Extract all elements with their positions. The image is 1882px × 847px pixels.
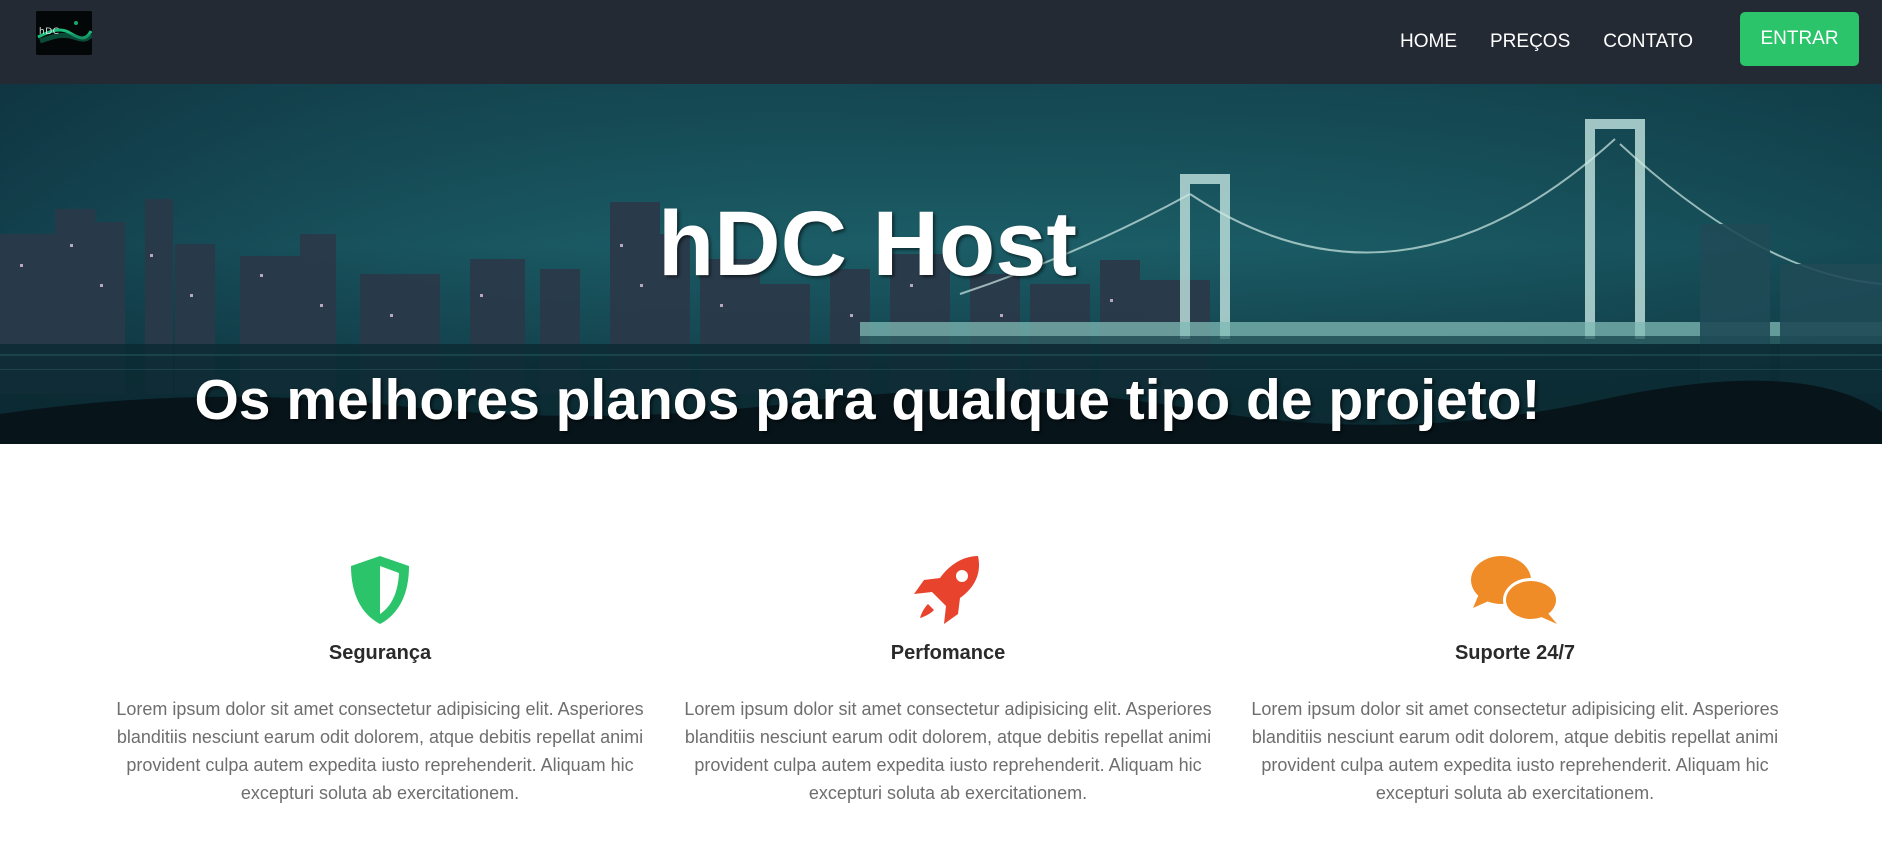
shield-icon [351,556,409,624]
entrar-button[interactable]: ENTRAR [1740,12,1859,66]
feature-icon-wrapper [110,554,650,626]
feature-icon-wrapper [1245,554,1785,626]
hero-subtitle: Os melhores planos para qualque tipo de … [194,368,1541,432]
feature-description: Lorem ipsum dolor sit amet consectetur a… [116,699,644,803]
hero-title: hDC Host [657,193,1078,295]
nav-links: HOME PREÇOS CONTATO [1400,0,1726,84]
navbar: hDC HOME PREÇOS CONTATO ENTRAR [0,0,1882,84]
feature-title: Perfomance [890,642,1006,664]
logo-text: hDC [39,27,60,37]
features-section: Segurança Lorem ipsum dolor sit amet con… [0,444,1882,847]
feature-title: Suporte 24/7 [1454,642,1576,664]
rocket-icon [914,556,980,624]
chat-bubbles-icon [1471,556,1559,624]
feature-title: Segurança [328,642,432,664]
feature-icon-wrapper [678,554,1218,626]
logo[interactable]: hDC [36,11,92,55]
feature-description: Lorem ipsum dolor sit amet consectetur a… [684,699,1212,803]
feature-description: Lorem ipsum dolor sit amet consectetur a… [1251,699,1779,803]
nav-link-precos[interactable]: PREÇOS [1490,31,1570,53]
nav-link-contato[interactable]: CONTATO [1603,31,1693,53]
nav-link-home[interactable]: HOME [1400,31,1457,53]
hero-banner: hDC Host Os melhores planos para qualque… [0,84,1882,444]
